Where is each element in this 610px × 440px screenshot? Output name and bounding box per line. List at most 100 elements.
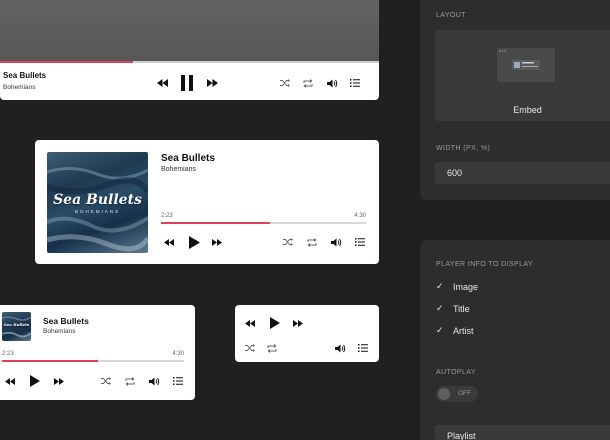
layout-option-label: Embed <box>513 105 542 115</box>
album-art-thumb: Sea Bullets <box>2 312 31 341</box>
option-title-label: Title <box>453 304 470 314</box>
shuffle-button[interactable] <box>281 236 295 248</box>
total-time: 4:30 <box>354 213 366 219</box>
settings-panel-player-info: PLAYER INFO TO DISPLAY ✓ Image ✓ Title ✓… <box>420 240 610 440</box>
previous-button[interactable] <box>3 375 17 387</box>
next-icon <box>54 377 64 385</box>
playlist-icon <box>355 238 365 246</box>
playlist-button[interactable] <box>353 236 367 248</box>
card-player-title: Sea Bullets <box>161 153 215 164</box>
shuffle-button[interactable] <box>99 375 113 387</box>
play-button[interactable] <box>267 315 283 331</box>
previous-icon <box>245 319 255 327</box>
progress-track[interactable] <box>161 222 366 224</box>
playlist-button[interactable] <box>348 77 362 89</box>
layout-option-embed[interactable]: Embed <box>435 30 610 121</box>
shuffle-icon <box>280 79 290 87</box>
playlist-icon <box>358 344 368 352</box>
previous-icon <box>164 238 174 246</box>
previous-button[interactable] <box>243 317 257 329</box>
next-button[interactable] <box>291 317 305 329</box>
repeat-icon <box>307 237 317 247</box>
bar-player: Sea Bullets Bohemians <box>0 0 379 100</box>
pause-icon <box>181 75 193 91</box>
small-player-title: Sea Bullets <box>43 316 89 326</box>
shuffle-icon <box>101 377 111 385</box>
shuffle-icon <box>245 344 255 352</box>
playlist-button[interactable] <box>171 375 185 387</box>
next-icon <box>293 319 303 327</box>
volume-button[interactable] <box>329 236 343 248</box>
play-icon <box>270 317 280 329</box>
volume-icon <box>334 344 345 352</box>
previous-button[interactable] <box>162 236 176 248</box>
progress-fill <box>2 360 99 362</box>
playlist-field[interactable]: Playlist <box>435 425 610 440</box>
shuffle-button[interactable] <box>243 342 257 354</box>
mini-player <box>235 305 379 362</box>
option-image[interactable]: ✓ Image <box>436 282 478 292</box>
next-button[interactable] <box>204 76 220 90</box>
album-art-thumb-title: Sea Bullets <box>3 322 30 327</box>
card-player-small: Sea Bullets Sea Bullets Bohemians 2:23 4… <box>0 305 195 400</box>
shuffle-icon <box>283 238 293 246</box>
elapsed-time: 2:23 <box>161 213 173 219</box>
repeat-button[interactable] <box>301 77 315 89</box>
width-label: WIDTH (PX, %) <box>436 145 491 152</box>
repeat-icon <box>303 78 313 88</box>
small-player-artist: Bohemians <box>43 328 76 335</box>
next-button[interactable] <box>52 375 66 387</box>
option-artist[interactable]: ✓ Artist <box>436 326 474 336</box>
playlist-field-label: Playlist <box>447 431 476 440</box>
option-title[interactable]: ✓ Title <box>436 304 470 314</box>
progress-fill <box>161 222 270 224</box>
album-art-subtitle: BOHEMIANS <box>74 209 120 214</box>
previous-icon <box>156 79 168 87</box>
width-input[interactable]: 600 <box>435 162 610 184</box>
bar-player-progress-track[interactable] <box>0 61 379 63</box>
card-player-large: Sea Bullets BOHEMIANS Sea Bullets Bohemi… <box>35 140 379 264</box>
layout-thumbnail <box>497 48 555 82</box>
autoplay-label: AUTOPLAY <box>436 369 476 376</box>
card-player-artist: Bohemians <box>161 166 197 173</box>
shuffle-button[interactable] <box>278 77 292 89</box>
settings-panel-layout: LAYOUT Embed WIDTH (PX, %) 600 <box>420 0 610 200</box>
volume-icon <box>326 79 337 87</box>
volume-button[interactable] <box>325 77 339 89</box>
volume-icon <box>148 377 159 385</box>
play-icon <box>188 235 200 249</box>
autoplay-toggle-text: OFF <box>458 390 471 397</box>
progress-track[interactable] <box>2 360 184 362</box>
volume-icon <box>330 238 341 246</box>
total-time: 4:30 <box>172 351 184 357</box>
option-artist-label: Artist <box>453 326 474 336</box>
album-art-title: Sea Bullets <box>53 192 142 208</box>
autoplay-toggle[interactable]: OFF <box>436 386 478 402</box>
previous-icon <box>5 377 15 385</box>
next-icon <box>212 238 222 246</box>
play-button[interactable] <box>27 373 43 389</box>
bar-player-progress-fill <box>0 61 133 63</box>
check-icon: ✓ <box>436 326 444 336</box>
playlist-button[interactable] <box>356 342 370 354</box>
volume-button[interactable] <box>333 342 347 354</box>
repeat-icon <box>267 343 277 353</box>
repeat-button[interactable] <box>123 375 137 387</box>
previous-button[interactable] <box>154 76 170 90</box>
next-button[interactable] <box>210 236 224 248</box>
bar-player-title: Sea Bullets <box>3 71 47 80</box>
play-button[interactable] <box>186 234 202 250</box>
playlist-icon <box>173 377 183 385</box>
playlist-icon <box>350 79 360 87</box>
pause-button[interactable] <box>179 73 195 93</box>
album-art: Sea Bullets BOHEMIANS <box>47 152 148 253</box>
bar-player-artist: Bohemians <box>3 84 36 91</box>
repeat-button[interactable] <box>305 236 319 248</box>
repeat-button[interactable] <box>265 342 279 354</box>
player-info-label: PLAYER INFO TO DISPLAY <box>436 261 533 268</box>
volume-button[interactable] <box>147 375 161 387</box>
bar-player-video-area <box>0 0 379 62</box>
check-icon: ✓ <box>436 304 444 314</box>
layout-thumbnail-icon <box>499 50 540 70</box>
play-icon <box>30 375 40 387</box>
